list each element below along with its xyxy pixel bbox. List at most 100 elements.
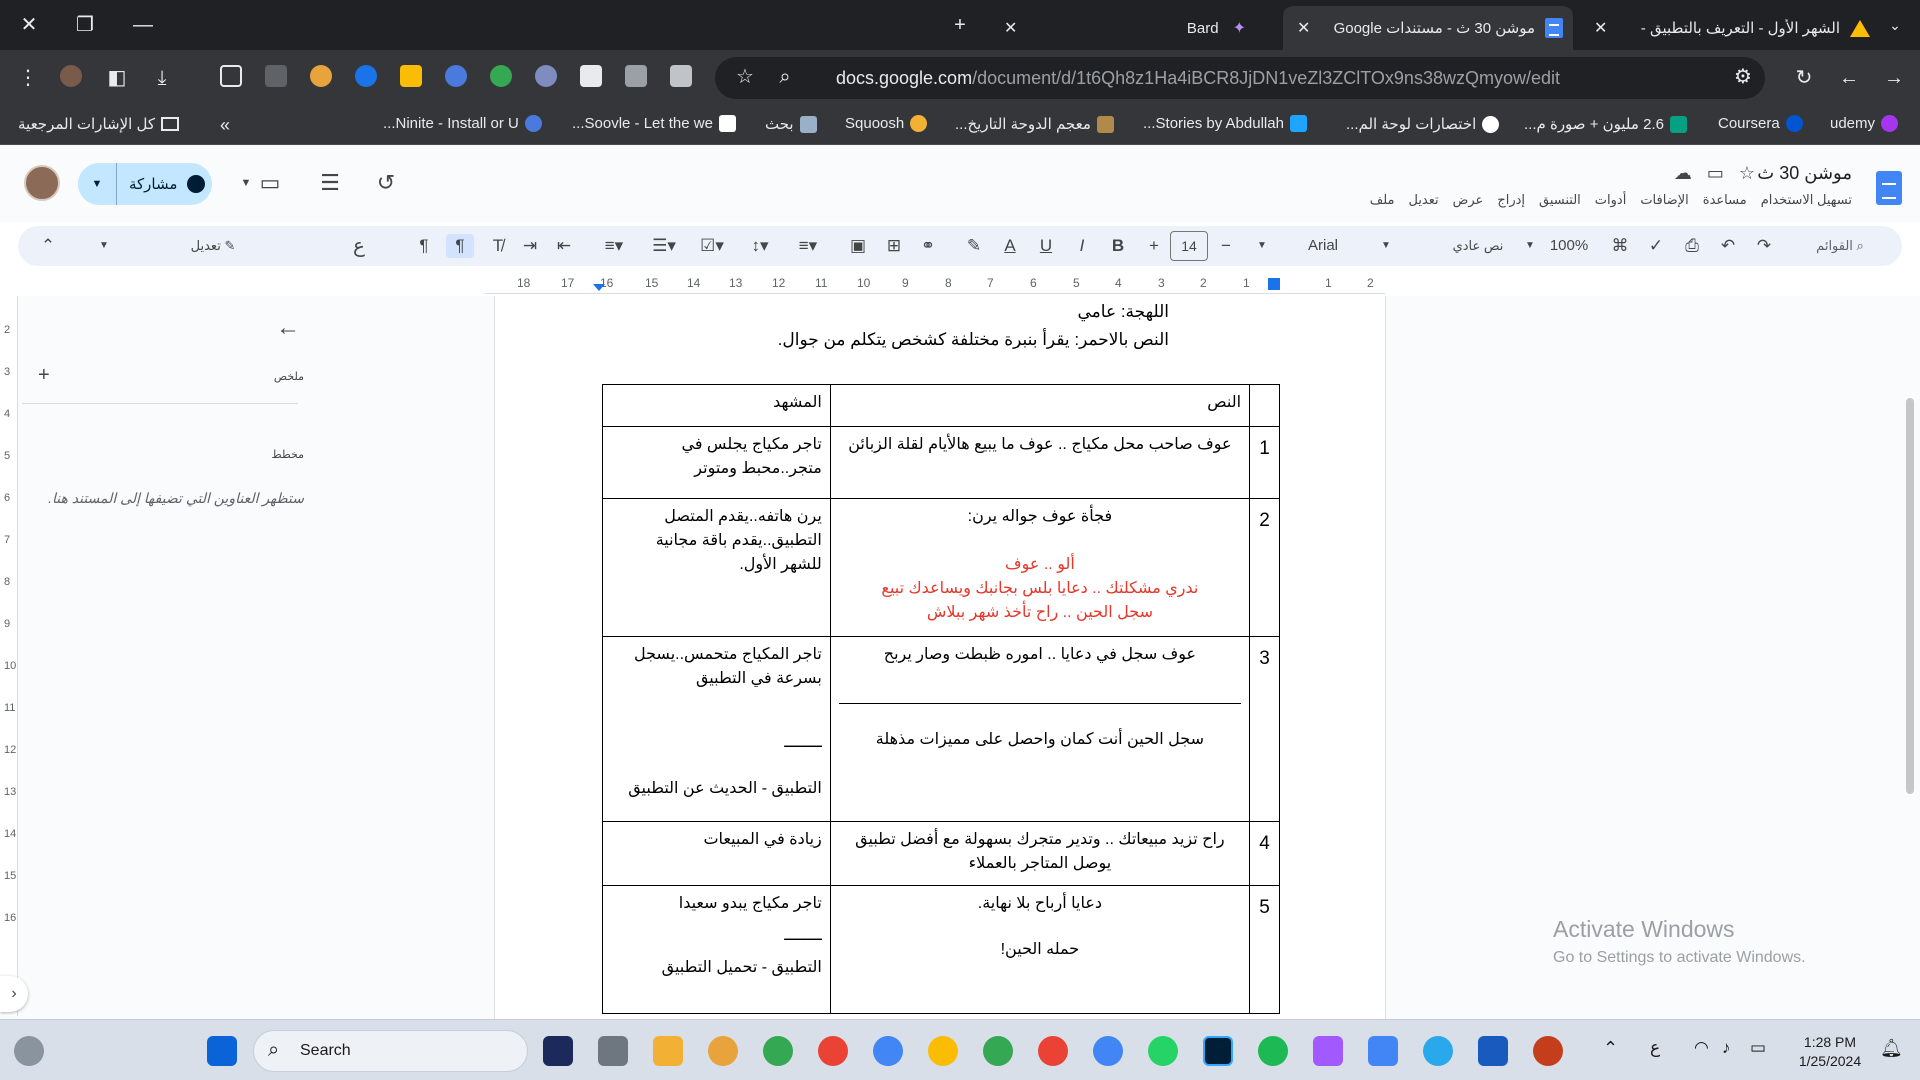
table-header-scene[interactable]: المشهد: [602, 384, 831, 427]
close-window-icon[interactable]: ✕: [14, 10, 44, 40]
tab-close-icon[interactable]: ✕: [1004, 18, 1017, 38]
table-header-text[interactable]: النص: [829, 384, 1251, 427]
tab-docs[interactable]: موشن 30 ث - مستندات Google ✕: [1283, 6, 1573, 50]
figma-icon[interactable]: [1313, 1036, 1343, 1066]
style-dropdown-icon[interactable]: ▼: [1378, 234, 1394, 258]
row-scene-cell[interactable]: تاجر مكياج يبدو سعيدا ــــــــ التطبيق -…: [602, 885, 831, 1014]
bookmark-coursera[interactable]: Coursera: [1718, 115, 1803, 132]
start-button-icon[interactable]: [207, 1036, 237, 1066]
add-comment-icon[interactable]: ⊞: [882, 234, 906, 258]
account-avatar[interactable]: [24, 165, 60, 201]
tab-bard[interactable]: ✦ Bard ✕: [990, 6, 1260, 50]
zoom-dropdown-icon[interactable]: ▼: [1522, 234, 1538, 258]
telegram-icon[interactable]: [1423, 1036, 1453, 1066]
download-icon[interactable]: ⤓: [148, 64, 176, 92]
paint-format-icon[interactable]: ⌘: [1608, 234, 1632, 258]
extension-infinity-icon[interactable]: [355, 65, 377, 87]
google-docs-logo[interactable]: [1876, 171, 1902, 205]
bookmark-star-icon[interactable]: ☆: [731, 63, 759, 91]
chrome-profile-8-icon[interactable]: [1093, 1036, 1123, 1066]
underline-icon[interactable]: U: [1034, 234, 1058, 258]
insert-image-icon[interactable]: ▣: [846, 234, 870, 258]
bookmark-ninite[interactable]: Ninite - Install or U...: [383, 115, 542, 132]
chrome-profile-7-icon[interactable]: [1038, 1036, 1068, 1066]
bold-icon[interactable]: B: [1106, 234, 1130, 258]
right-indent-marker[interactable]: [593, 284, 605, 291]
profile-avatar[interactable]: [60, 65, 82, 87]
expand-outline-icon[interactable]: ›: [0, 976, 28, 1012]
close-outline-icon[interactable]: ←: [276, 314, 300, 342]
reload-icon[interactable]: ↻: [1790, 64, 1818, 92]
tab-groups-icon[interactable]: [265, 65, 287, 87]
whatsapp-icon[interactable]: [1148, 1036, 1178, 1066]
site-settings-icon[interactable]: ⚙: [1729, 63, 1757, 91]
zoom-select[interactable]: 100%: [1544, 234, 1594, 258]
document-title[interactable]: موشن 30 ث: [1757, 163, 1852, 184]
minimize-window-icon[interactable]: —: [128, 10, 158, 40]
spotify-icon[interactable]: [1258, 1036, 1288, 1066]
row-scene[interactable]: تاجر مكياج يجلس في متجر..محبط ومتوتر: [602, 426, 831, 499]
menu-insert[interactable]: إدراج: [1497, 192, 1525, 208]
tab-search-icon[interactable]: ⌄: [1880, 10, 1910, 40]
row-text-cell[interactable]: فجأة عوف جواله يرن: ألو .. عوف ندري مشكل…: [829, 498, 1251, 637]
tab-close-icon[interactable]: ✕: [1594, 18, 1607, 38]
battery-icon[interactable]: ▭: [1750, 1038, 1766, 1058]
bookmark-doha[interactable]: معجم الدوحة التاريخ...: [955, 115, 1114, 133]
clear-formatting-icon[interactable]: T̸: [486, 234, 510, 258]
video-call-icon[interactable]: ▭: [256, 169, 284, 197]
first-line-indent-marker[interactable]: [1268, 278, 1280, 290]
table-cell-empty[interactable]: [1249, 384, 1280, 427]
bookmark-pexels[interactable]: 2.6 مليون + صورة م...: [1524, 115, 1687, 133]
side-panel-icon[interactable]: ◧: [103, 64, 131, 92]
row-text[interactable]: عوف صاحب محل مكياج .. عوف ما يبيع هالأيا…: [829, 426, 1251, 499]
menu-tools[interactable]: أدوات: [1595, 192, 1627, 208]
row-text-cell[interactable]: دعايا أرباح بلا نهاية. حمله الحين!: [829, 885, 1251, 1014]
address-bar[interactable]: ☆ ⌕ docs.google.com/document/d/1t6Qh8z1H…: [715, 57, 1765, 99]
extension-color-icon[interactable]: [535, 65, 557, 87]
cloud-saved-icon[interactable]: ☁: [1674, 163, 1692, 183]
row-scene-cell[interactable]: تاجر المكياج متحمس..يسجل بسرعة في التطبي…: [602, 636, 831, 822]
spellcheck-icon[interactable]: ✓: [1644, 234, 1668, 258]
weather-widget-icon[interactable]: [14, 1036, 44, 1066]
font-dropdown-icon[interactable]: ▼: [1254, 234, 1270, 258]
mode-dropdown-icon[interactable]: ▼: [96, 234, 112, 258]
new-tab-button[interactable]: +: [945, 10, 975, 40]
move-folder-icon[interactable]: ▭: [1707, 163, 1724, 183]
adobe-premiere-icon[interactable]: [543, 1036, 573, 1066]
show-hidden-icons[interactable]: ⌃: [1603, 1038, 1618, 1059]
zoom-lens-icon[interactable]: ⌕: [771, 63, 799, 91]
forward-icon[interactable]: →: [1880, 64, 1908, 92]
extension-grammarly-icon[interactable]: [490, 65, 512, 87]
highlight-color-icon[interactable]: ✎: [962, 234, 986, 258]
row-text[interactable]: راح تزيد مبيعاتك .. وتدير متجرك بسهولة م…: [829, 821, 1251, 886]
volume-icon[interactable]: ♪: [1722, 1038, 1731, 1058]
extension-chrome-icon[interactable]: [310, 65, 332, 87]
input-tools-icon[interactable]: ع: [348, 234, 370, 258]
more-bookmarks-icon[interactable]: »: [220, 115, 230, 136]
taskbar-clock[interactable]: 1:28 PM 1/25/2024: [1790, 1033, 1870, 1071]
italic-icon[interactable]: I: [1070, 234, 1094, 258]
notifications-bell-icon[interactable]: 🔔︎: [1880, 1038, 1903, 1059]
bookmark-search[interactable]: بحث: [765, 115, 817, 133]
outdent-icon[interactable]: ⇤: [552, 234, 576, 258]
back-icon[interactable]: ←: [1835, 64, 1863, 92]
vertical-scrollbar[interactable]: [1906, 398, 1914, 794]
text-color-icon[interactable]: A: [998, 234, 1022, 258]
task-view-icon[interactable]: [598, 1036, 628, 1066]
checklist-icon[interactable]: ☑▾: [692, 234, 732, 258]
taskbar-search[interactable]: ⌕ Search: [253, 1030, 528, 1072]
indent-icon[interactable]: ⇥: [518, 234, 542, 258]
collapse-menus-icon[interactable]: ⌃: [36, 234, 60, 258]
line-spacing-icon[interactable]: ↕▾: [740, 234, 780, 258]
row-number[interactable]: 3: [1249, 636, 1280, 822]
url-text[interactable]: docs.google.com/document/d/1t6Qh8z1Ha4iB…: [836, 68, 1560, 89]
bookmark-stories[interactable]: Stories by Abdullah...: [1143, 115, 1307, 132]
chrome-profile-2-icon[interactable]: [763, 1036, 793, 1066]
extension-camera-icon[interactable]: [625, 65, 647, 87]
chrome-profile-4-icon[interactable]: [873, 1036, 903, 1066]
menu-view[interactable]: عرض: [1453, 192, 1484, 208]
extension-s-icon[interactable]: [580, 65, 602, 87]
decrease-font-size-icon[interactable]: −: [1214, 234, 1238, 258]
browser-menu-icon[interactable]: ⋮: [14, 64, 42, 92]
redo-icon[interactable]: ↷: [1752, 234, 1776, 258]
